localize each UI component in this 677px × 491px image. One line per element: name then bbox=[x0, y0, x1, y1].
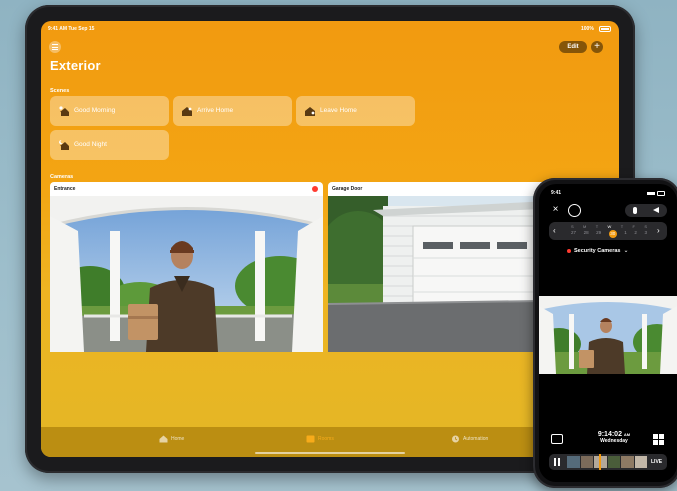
audio-controls bbox=[625, 204, 667, 217]
house-arrive-icon bbox=[182, 107, 192, 116]
house-sun-icon bbox=[59, 106, 69, 116]
scene-label: Arrive Home bbox=[197, 107, 234, 114]
timeline-scrubber[interactable]: LIVE bbox=[549, 454, 667, 470]
menu-button[interactable] bbox=[49, 41, 61, 53]
clip-thumbnails bbox=[567, 456, 647, 468]
share-icon[interactable] bbox=[551, 434, 563, 444]
status-battery: 100% bbox=[581, 26, 594, 32]
camera-name: Entrance bbox=[54, 186, 76, 192]
scene-label: Leave Home bbox=[320, 107, 357, 114]
clip-ampm: AM bbox=[623, 432, 631, 437]
chevron-left-icon[interactable]: ‹ bbox=[553, 226, 556, 235]
date-label-selected[interactable]: 30 bbox=[608, 230, 617, 238]
status-time: 9:41 AM Tue Sep 15 bbox=[48, 26, 95, 32]
scene-leave-home[interactable]: Leave Home bbox=[296, 96, 415, 126]
timeline-days: S M T W T F S bbox=[571, 224, 647, 229]
clip-timestamp: 9:14:02 AM Wednesday bbox=[594, 431, 634, 444]
camera-entrance[interactable]: Entrance bbox=[49, 182, 325, 352]
tab-home[interactable]: Home bbox=[159, 435, 184, 443]
edit-button[interactable]: Edit bbox=[559, 41, 587, 53]
battery-icon bbox=[599, 26, 611, 32]
date-label[interactable]: 29 bbox=[596, 230, 601, 238]
day-label: F bbox=[632, 224, 635, 229]
day-label: S bbox=[571, 224, 574, 229]
date-label[interactable]: 27 bbox=[571, 230, 576, 238]
clip-time: 9:14:02 bbox=[597, 431, 622, 438]
day-label: S bbox=[644, 224, 647, 229]
rooms-icon bbox=[306, 435, 315, 443]
tab-automation[interactable]: Automation bbox=[451, 435, 488, 443]
playhead[interactable] bbox=[599, 454, 601, 470]
date-label[interactable]: 3 bbox=[644, 230, 647, 238]
day-label: T bbox=[620, 224, 624, 229]
tab-rooms[interactable]: Rooms bbox=[306, 435, 334, 443]
tab-label: Rooms bbox=[318, 436, 334, 442]
top-controls: × bbox=[549, 204, 585, 217]
scene-arrive-home[interactable]: Arrive Home bbox=[173, 96, 292, 126]
house-moon-icon bbox=[59, 140, 69, 150]
scenes-label: Scenes bbox=[50, 88, 70, 94]
phone-status-time: 9:41 bbox=[551, 190, 562, 196]
camera-name: Garage Door bbox=[332, 186, 363, 192]
camera-feed-entrance bbox=[49, 196, 325, 352]
camera-feed-phone bbox=[539, 296, 677, 374]
chevron-right-icon[interactable]: › bbox=[657, 226, 660, 235]
day-label: T bbox=[595, 224, 599, 229]
tab-label: Home bbox=[171, 436, 185, 442]
add-button[interactable]: + bbox=[591, 41, 603, 53]
house-icon bbox=[159, 435, 168, 443]
chevron-down-icon: ⌄ bbox=[623, 248, 629, 254]
pause-icon[interactable] bbox=[554, 458, 560, 466]
scene-label: Good Morning bbox=[74, 107, 116, 114]
iphone-device: 9:41 × ‹ › S M T W T F S 27 28 29 30 1 2… bbox=[533, 178, 677, 488]
camera-selector[interactable]: Security Cameras ⌄ bbox=[567, 247, 629, 254]
camera-header: Entrance bbox=[50, 182, 323, 196]
grid-view-icon[interactable] bbox=[653, 434, 664, 445]
scene-label: Good Night bbox=[74, 141, 107, 148]
settings-icon[interactable] bbox=[568, 204, 581, 217]
home-indicator bbox=[255, 452, 405, 454]
scene-good-night[interactable]: Good Night bbox=[50, 130, 169, 160]
date-label[interactable]: 1 bbox=[624, 230, 627, 238]
date-label[interactable]: 28 bbox=[584, 230, 589, 238]
page-title: Exterior bbox=[50, 58, 101, 73]
tab-label: Automation bbox=[463, 436, 489, 442]
scene-good-morning[interactable]: Good Morning bbox=[50, 96, 169, 126]
clip-day: Wednesday bbox=[600, 438, 628, 444]
date-timeline[interactable]: ‹ › S M T W T F S 27 28 29 30 1 2 3 bbox=[549, 222, 667, 240]
day-label: W bbox=[607, 224, 612, 229]
clock-icon bbox=[452, 435, 459, 443]
close-icon[interactable]: × bbox=[549, 204, 562, 217]
speaker-icon[interactable] bbox=[653, 207, 659, 213]
iphone-screen: 9:41 × ‹ › S M T W T F S 27 28 29 30 1 2… bbox=[539, 184, 677, 482]
signal-battery-icon bbox=[647, 191, 665, 196]
camera-selector-label: Security Cameras bbox=[574, 247, 621, 254]
recording-dot-icon bbox=[567, 248, 571, 253]
microphone-icon[interactable] bbox=[633, 207, 637, 214]
date-label[interactable]: 2 bbox=[634, 230, 637, 238]
timeline-dates: 27 28 29 30 1 2 3 bbox=[571, 230, 647, 238]
day-label: M bbox=[583, 224, 587, 229]
live-button[interactable]: LIVE bbox=[651, 459, 662, 465]
recording-indicator-icon bbox=[312, 186, 318, 192]
cameras-label: Cameras bbox=[50, 174, 74, 180]
house-leave-icon bbox=[305, 107, 315, 116]
